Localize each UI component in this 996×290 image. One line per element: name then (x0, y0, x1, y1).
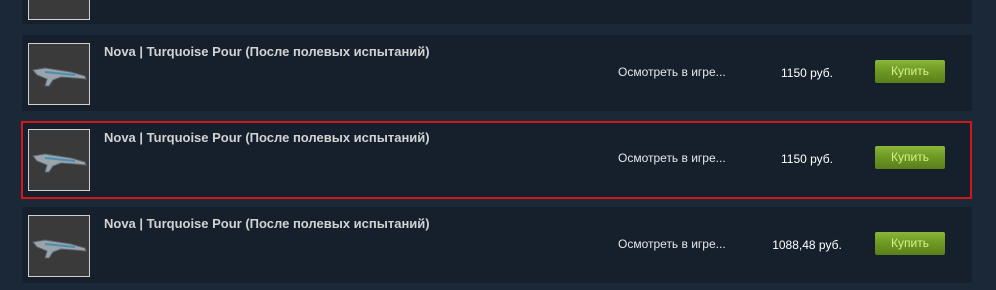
market-listing-row-highlighted: Nova | Turquoise Pour (После полевых исп… (22, 121, 972, 197)
buy-button[interactable]: Купить (875, 146, 945, 169)
item-thumbnail[interactable] (28, 0, 90, 20)
listing-price: 1088,48 руб. (772, 238, 842, 252)
inspect-in-game-link[interactable]: Осмотреть в игре... (618, 237, 726, 251)
market-listing-row (22, 0, 972, 24)
listing-price: 1150 руб. (780, 152, 834, 166)
listing-price: 1150 руб. (780, 66, 834, 80)
shotgun-icon (32, 67, 87, 87)
inspect-in-game-link[interactable]: Осмотреть в игре... (618, 151, 726, 165)
buy-button[interactable]: Купить (875, 60, 945, 83)
market-listing-row: Nova | Turquoise Pour (После полевых исп… (22, 207, 972, 283)
shotgun-icon (32, 239, 87, 259)
shotgun-icon (32, 153, 87, 173)
market-listing-row: Nova | Turquoise Pour (После полевых исп… (22, 35, 972, 111)
item-name[interactable]: Nova | Turquoise Pour (После полевых исп… (104, 130, 430, 145)
market-listings-page: Nova | Turquoise Pour (После полевых исп… (0, 0, 996, 290)
item-thumbnail[interactable] (28, 215, 90, 277)
item-name[interactable]: Nova | Turquoise Pour (После полевых исп… (104, 216, 430, 231)
inspect-in-game-link[interactable]: Осмотреть в игре... (618, 65, 726, 79)
item-thumbnail[interactable] (28, 43, 90, 105)
buy-button[interactable]: Купить (875, 232, 945, 255)
item-name[interactable]: Nova | Turquoise Pour (После полевых исп… (104, 44, 430, 59)
item-thumbnail[interactable] (28, 129, 90, 191)
